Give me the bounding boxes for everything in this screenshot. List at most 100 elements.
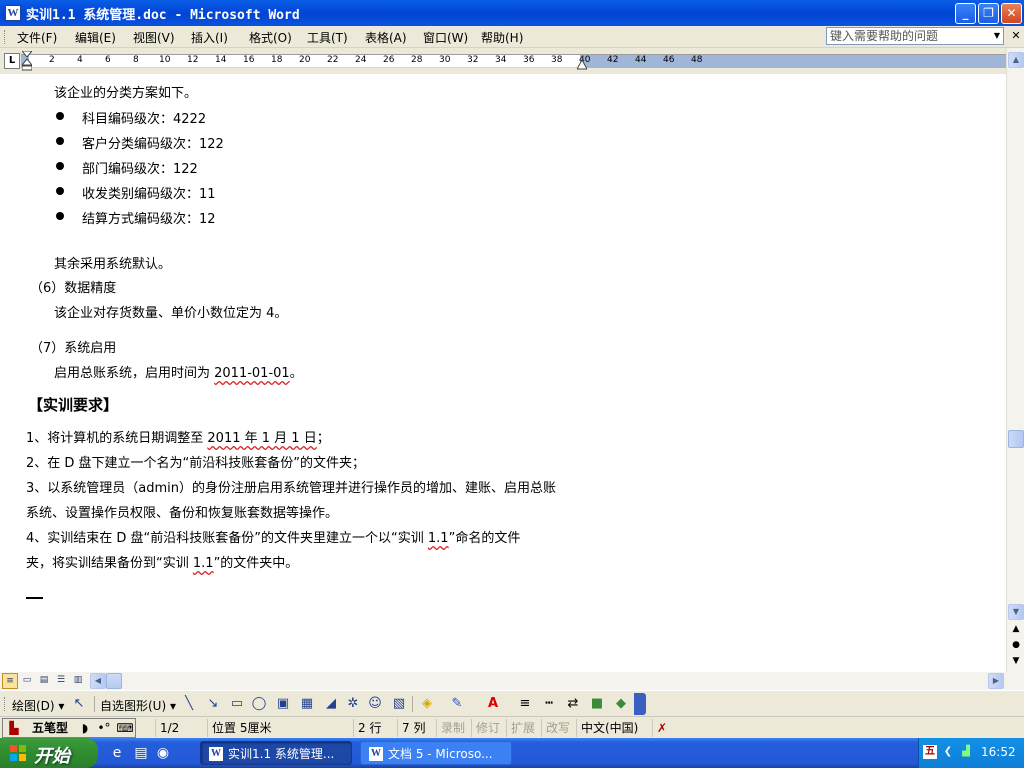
- line-color-icon[interactable]: ✎: [448, 695, 466, 713]
- ruler-number: 8: [133, 55, 139, 65]
- draw-menu-button[interactable]: 绘图(D) ▾: [12, 697, 64, 714]
- tab-stop-selector[interactable]: L: [4, 53, 20, 69]
- status-record[interactable]: 录制: [436, 719, 470, 737]
- status-page: 1/2: [155, 719, 205, 737]
- autoshapes-menu-button[interactable]: 自选图形(U) ▾: [100, 697, 176, 714]
- dash-style-icon[interactable]: ┅: [540, 695, 558, 713]
- 3d-style-icon[interactable]: ◆: [612, 695, 630, 713]
- section-7-title: （7）系统启用: [30, 341, 117, 356]
- taskbar-button-doc1[interactable]: W 实训1.1 系统管理...: [200, 741, 352, 765]
- arrow-tool-icon[interactable]: ↘: [204, 695, 222, 713]
- fill-color-icon[interactable]: ◈: [418, 695, 436, 713]
- diagram-icon[interactable]: ✲: [344, 695, 362, 713]
- document-area[interactable]: 该企业的分类方案如下。 科目编码级次：4222 客户分类编码级次：122 部门编…: [0, 74, 1006, 672]
- requirement-3-line1: 3、以系统管理员（admin）的身份注册启用系统管理并进行操作员的增加、建账、启…: [26, 481, 557, 496]
- text-span: 1、将计算机的系统日期调整至: [26, 431, 208, 446]
- menu-format[interactable]: 格式(O): [249, 29, 292, 45]
- font-color-icon[interactable]: A: [484, 695, 502, 713]
- outline-view-icon[interactable]: ☰: [53, 673, 69, 689]
- spellcheck-date: 2011-01-01: [214, 366, 290, 381]
- text-span: 启用总账系统，启用时间为: [54, 366, 215, 381]
- menu-insert[interactable]: 插入(I): [191, 29, 228, 45]
- bullet-icon: [56, 162, 64, 170]
- toolbar-grip[interactable]: [4, 697, 7, 711]
- scroll-up-icon[interactable]: ▲: [1008, 52, 1024, 68]
- ime-logo-icon[interactable]: ▙: [4, 720, 24, 736]
- half-width-icon[interactable]: ◗: [77, 720, 93, 736]
- scroll-thumb[interactable]: [1008, 430, 1024, 448]
- right-indent-icon[interactable]: [577, 60, 587, 70]
- menu-tools[interactable]: 工具(T): [307, 29, 348, 45]
- browse-object-icon[interactable]: ●: [1011, 640, 1021, 652]
- minimize-button[interactable]: _: [955, 3, 976, 24]
- indent-marker-icon[interactable]: [22, 51, 32, 71]
- ruler-number: 14: [215, 55, 227, 65]
- scroll-left-icon[interactable]: ◀: [90, 673, 106, 689]
- spelling-status-icon[interactable]: ✗: [652, 719, 692, 737]
- wordart-icon[interactable]: ◢: [322, 695, 340, 713]
- status-extend[interactable]: 扩展: [506, 719, 540, 737]
- help-search-input[interactable]: 键入需要帮助的问题: [826, 27, 1004, 45]
- document-close-icon[interactable]: ✕: [1010, 28, 1022, 44]
- scroll-down-icon[interactable]: ▼: [1008, 604, 1024, 620]
- vertical-scrollbar[interactable]: ▲ ▼ ▲ ● ▼: [1006, 48, 1024, 672]
- punctuation-icon[interactable]: •°: [95, 720, 113, 736]
- start-button[interactable]: 开始: [0, 738, 98, 768]
- toolbar-options-icon[interactable]: [634, 693, 646, 715]
- horizontal-ruler[interactable]: 2 4 6 8 10 12 14 16 18 20 22 24 26 28 30 32 34 36 38 40 42 44…: [21, 54, 1006, 68]
- toolbar-grip[interactable]: [4, 30, 7, 44]
- status-language[interactable]: 中文(中国): [576, 719, 650, 737]
- word-doc-icon[interactable]: W: [5, 5, 21, 21]
- toolbar-separator: [94, 696, 95, 712]
- requirement-1: 1、将计算机的系统日期调整至 2011 年 1 月 1 日；: [26, 427, 330, 446]
- next-page-icon[interactable]: ▼: [1011, 656, 1021, 668]
- restore-icon: ❐: [983, 6, 994, 20]
- ie-quicklaunch-icon[interactable]: e: [108, 744, 126, 762]
- bullet-item: 客户分类编码级次：122: [82, 137, 224, 152]
- ime-toolbar[interactable]: ▙ 五笔型 ◗ •° ⌨: [2, 718, 136, 738]
- hscroll-thumb[interactable]: [106, 673, 122, 689]
- arrow-style-icon[interactable]: ⇄: [564, 695, 582, 713]
- ime-tray-icon[interactable]: 五: [923, 745, 937, 759]
- restore-button[interactable]: ❐: [978, 3, 999, 24]
- window-title: 实训1.1 系统管理.doc - Microsoft Word: [26, 8, 300, 23]
- status-track-changes[interactable]: 修订: [471, 719, 505, 737]
- menu-edit[interactable]: 编辑(E): [75, 29, 116, 45]
- picture-icon[interactable]: ▧: [390, 695, 408, 713]
- chevron-down-icon[interactable]: ▼: [991, 28, 1003, 44]
- word-doc-icon: W: [369, 747, 383, 761]
- menu-table[interactable]: 表格(A): [365, 29, 407, 45]
- textbox-tool-icon[interactable]: ▣: [274, 695, 292, 713]
- taskbar-button-doc5[interactable]: W 文档 5 - Microso...: [360, 741, 512, 765]
- scroll-right-icon[interactable]: ▶: [988, 673, 1004, 689]
- line-style-icon[interactable]: ≡: [516, 695, 534, 713]
- network-tray-icon[interactable]: ▟: [959, 745, 973, 759]
- oval-tool-icon[interactable]: ◯: [250, 695, 268, 713]
- menu-view[interactable]: 视图(V): [133, 29, 175, 45]
- desktop-quicklaunch-icon[interactable]: ▤: [132, 744, 150, 762]
- select-pointer-icon[interactable]: ↖: [70, 695, 88, 713]
- shadow-style-icon[interactable]: ■: [588, 695, 606, 713]
- print-view-icon[interactable]: ▤: [36, 673, 52, 689]
- normal-view-icon[interactable]: ≡: [2, 673, 18, 689]
- media-quicklaunch-icon[interactable]: ◉: [154, 744, 172, 762]
- reading-view-icon[interactable]: ▥: [70, 673, 86, 689]
- document-page[interactable]: 该企业的分类方案如下。 科目编码级次：4222 客户分类编码级次：122 部门编…: [0, 74, 1006, 672]
- rectangle-tool-icon[interactable]: ▭: [228, 695, 246, 713]
- system-tray: 五 ❮ ▟ 16:52: [918, 738, 1024, 768]
- clipart-icon[interactable]: ☺: [366, 695, 384, 713]
- web-view-icon[interactable]: ▭: [19, 673, 35, 689]
- drawing-toolbar: 绘图(D) ▾ ↖ 自选图形(U) ▾ ╲ ↘ ▭ ◯ ▣ ▦ ◢ ✲ ☺ ▧ …: [0, 690, 1024, 716]
- menu-file[interactable]: 文件(F): [17, 29, 57, 45]
- menu-help[interactable]: 帮助(H): [481, 29, 523, 45]
- close-button[interactable]: ✕: [1001, 3, 1022, 24]
- soft-keyboard-icon[interactable]: ⌨: [115, 720, 135, 736]
- previous-page-icon[interactable]: ▲: [1011, 624, 1021, 636]
- menu-window[interactable]: 窗口(W): [423, 29, 468, 45]
- vertical-textbox-icon[interactable]: ▦: [298, 695, 316, 713]
- tray-back-icon[interactable]: ❮: [941, 745, 955, 759]
- line-tool-icon[interactable]: ╲: [180, 695, 198, 713]
- status-overtype[interactable]: 改写: [541, 719, 575, 737]
- ime-name[interactable]: 五笔型: [25, 720, 75, 736]
- bullet-icon: [56, 187, 64, 195]
